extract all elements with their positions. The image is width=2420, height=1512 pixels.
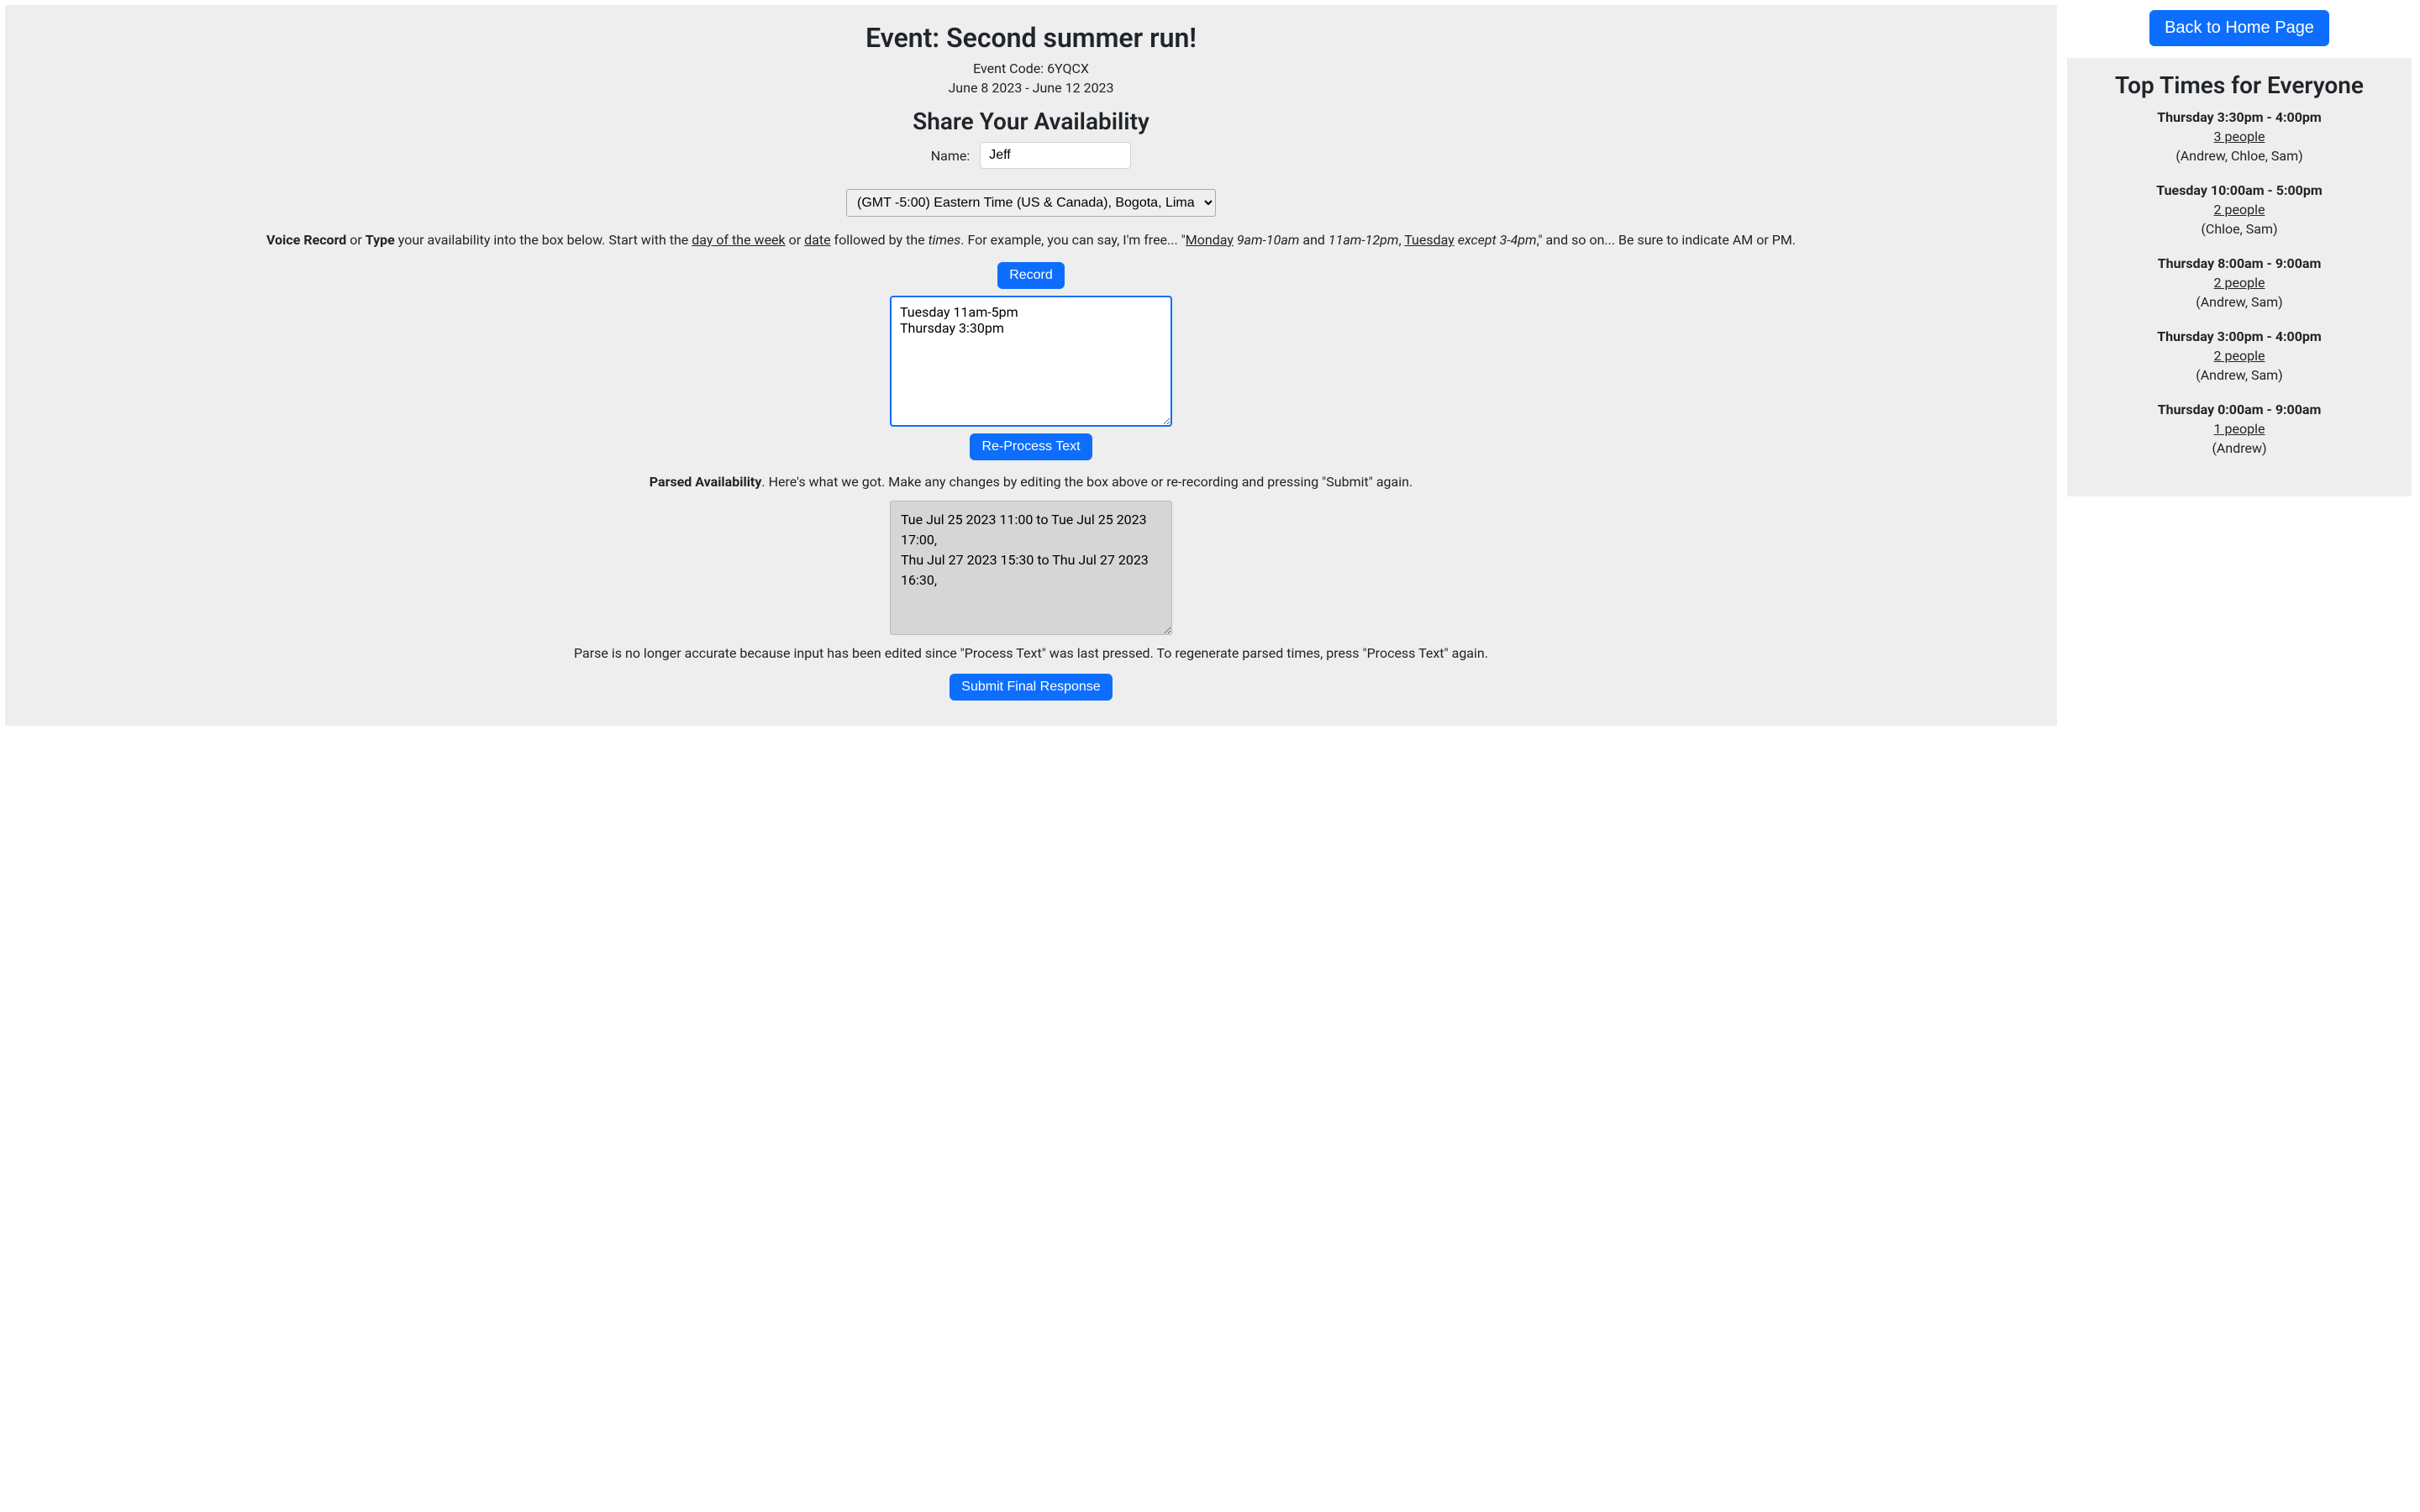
event-date-range: June 8 2023 - June 12 2023 [22, 80, 2040, 96]
slot-people-names: (Andrew, Chloe, Sam) [2079, 148, 2400, 164]
slot-time-range: Thursday 8:00am - 9:00am [2079, 255, 2400, 271]
availability-instructions: Voice Record or Type your availability i… [55, 230, 2007, 250]
name-input[interactable] [980, 142, 1131, 169]
slot-time-range: Thursday 3:30pm - 4:00pm [2079, 109, 2400, 125]
stale-parse-warning: Parse is no longer accurate because inpu… [30, 643, 2032, 664]
availability-textarea[interactable] [890, 296, 1172, 427]
submit-final-button[interactable]: Submit Final Response [950, 674, 1112, 701]
slot-people-names: (Andrew) [2079, 440, 2400, 456]
slot-people-count-link[interactable]: 2 people [2079, 202, 2400, 218]
top-time-slot: Thursday 3:30pm - 4:00pm 3 people (Andrew,… [2079, 109, 2400, 164]
parsed-availability-label: Parsed Availability. Here's what we got.… [55, 472, 2007, 492]
event-title: Event: Second summer run! [22, 22, 2040, 54]
slot-time-range: Tuesday 10:00am - 5:00pm [2079, 182, 2400, 198]
slot-people-count-link[interactable]: 2 people [2079, 348, 2400, 364]
top-times-heading: Top Times for Everyone [2079, 71, 2400, 99]
availability-form-panel: Event: Second summer run! Event Code: 6Y… [5, 5, 2057, 726]
slot-time-range: Thursday 3:00pm - 4:00pm [2079, 328, 2400, 344]
slot-time-range: Thursday 0:00am - 9:00am [2079, 402, 2400, 417]
reprocess-button[interactable]: Re-Process Text [970, 433, 1092, 460]
slot-people-count-link[interactable]: 1 people [2079, 421, 2400, 437]
top-time-slot: Thursday 0:00am - 9:00am 1 people (Andrew) [2079, 402, 2400, 456]
record-button[interactable]: Record [997, 262, 1065, 289]
name-label: Name: [931, 148, 971, 164]
top-time-slot: Thursday 8:00am - 9:00am 2 people (Andrew,… [2079, 255, 2400, 310]
timezone-select[interactable]: (GMT -5:00) Eastern Time (US & Canada), … [846, 189, 1216, 217]
top-time-slot: Tuesday 10:00am - 5:00pm 2 people (Chloe, … [2079, 182, 2400, 237]
share-availability-heading: Share Your Availability [22, 108, 2040, 135]
back-to-home-button[interactable]: Back to Home Page [2149, 10, 2329, 46]
sidebar: Back to Home Page Top Times for Everyone… [2067, 5, 2412, 726]
slot-people-names: (Andrew, Sam) [2079, 367, 2400, 383]
slot-people-count-link[interactable]: 2 people [2079, 275, 2400, 291]
top-times-panel: Top Times for Everyone Thursday 3:30pm -… [2067, 58, 2412, 496]
top-time-slot: Thursday 3:00pm - 4:00pm 2 people (Andrew,… [2079, 328, 2400, 383]
parsed-availability-textarea[interactable] [890, 501, 1172, 635]
slot-people-names: (Chloe, Sam) [2079, 221, 2400, 237]
slot-people-count-link[interactable]: 3 people [2079, 129, 2400, 144]
event-code: Event Code: 6YQCX [22, 60, 2040, 76]
slot-people-names: (Andrew, Sam) [2079, 294, 2400, 310]
